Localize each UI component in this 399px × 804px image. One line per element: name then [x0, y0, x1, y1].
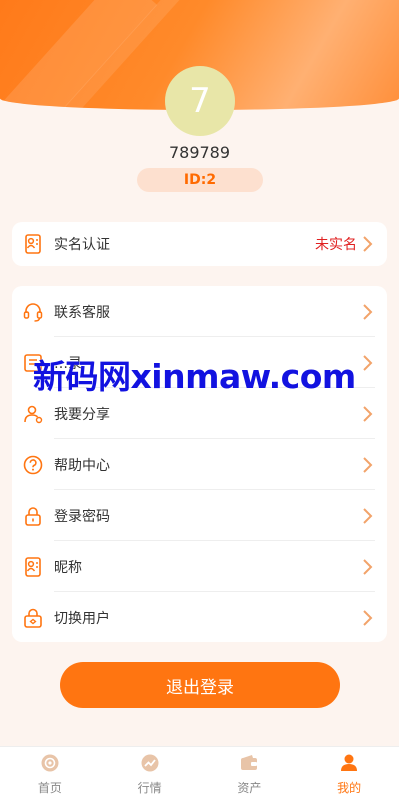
menu-item-label: 登录密码	[54, 508, 110, 525]
menu-item-label: 我要分享	[54, 406, 110, 423]
menu-item-label: 昵称	[54, 559, 82, 576]
tab-label: 我的	[337, 781, 362, 795]
menu-item-customer-service[interactable]: 联系客服	[12, 286, 387, 337]
menu-item-nickname[interactable]: 昵称	[12, 541, 387, 592]
username: 789789	[168, 143, 231, 162]
chevron-right-icon	[363, 558, 373, 575]
tab-label: 首页	[37, 781, 62, 795]
tab-home[interactable]: 首页	[0, 747, 100, 804]
watermark-text: 新码网xinmaw.com	[33, 357, 356, 396]
tab-mine[interactable]: 我的	[299, 747, 399, 804]
menu-item-help-center[interactable]: 帮助中心	[12, 439, 387, 490]
chevron-right-icon	[363, 354, 373, 371]
switch-lock-icon	[22, 607, 44, 629]
help-icon	[22, 454, 44, 476]
chevron-right-icon	[363, 507, 373, 524]
tab-assets[interactable]: 资产	[200, 747, 300, 804]
chevron-right-icon	[363, 303, 373, 320]
tab-label: 资产	[237, 781, 262, 795]
avatar[interactable]: 7	[165, 66, 235, 136]
bottom-tab-bar: 首页 行情 资产 我的	[0, 746, 399, 804]
chevron-right-icon	[363, 236, 373, 252]
id-card-icon	[22, 233, 44, 255]
menu-item-login-password[interactable]: 登录密码	[12, 490, 387, 541]
user-icon	[341, 754, 358, 771]
share-user-icon	[22, 403, 44, 425]
verification-card: 实名认证 未实名	[12, 222, 387, 266]
menu-item-label: 切换用户	[54, 610, 110, 627]
menu-item-label: 帮助中心	[54, 457, 110, 474]
headset-icon	[22, 301, 44, 323]
lock-icon	[22, 505, 44, 527]
menu-card: 联系客服 …录 我要分享 帮助中心 登录密码 昵称 切换用户	[12, 286, 387, 642]
verification-status: 未实名	[315, 237, 357, 253]
chevron-right-icon	[363, 456, 373, 473]
tab-market[interactable]: 行情	[100, 747, 200, 804]
verification-label: 实名认证	[54, 237, 110, 253]
chevron-right-icon	[363, 609, 373, 626]
chevron-right-icon	[363, 405, 373, 422]
user-id-badge: ID:2	[137, 168, 263, 192]
home-icon	[41, 754, 59, 772]
id-card-icon	[22, 556, 44, 578]
wallet-icon	[241, 755, 258, 770]
menu-item-label: 联系客服	[54, 304, 110, 321]
market-icon	[141, 754, 159, 772]
menu-item-switch-user[interactable]: 切换用户	[12, 592, 387, 643]
verification-row[interactable]: 实名认证 未实名	[12, 222, 387, 266]
tab-label: 行情	[137, 781, 162, 795]
logout-button[interactable]: 退出登录	[60, 662, 340, 708]
